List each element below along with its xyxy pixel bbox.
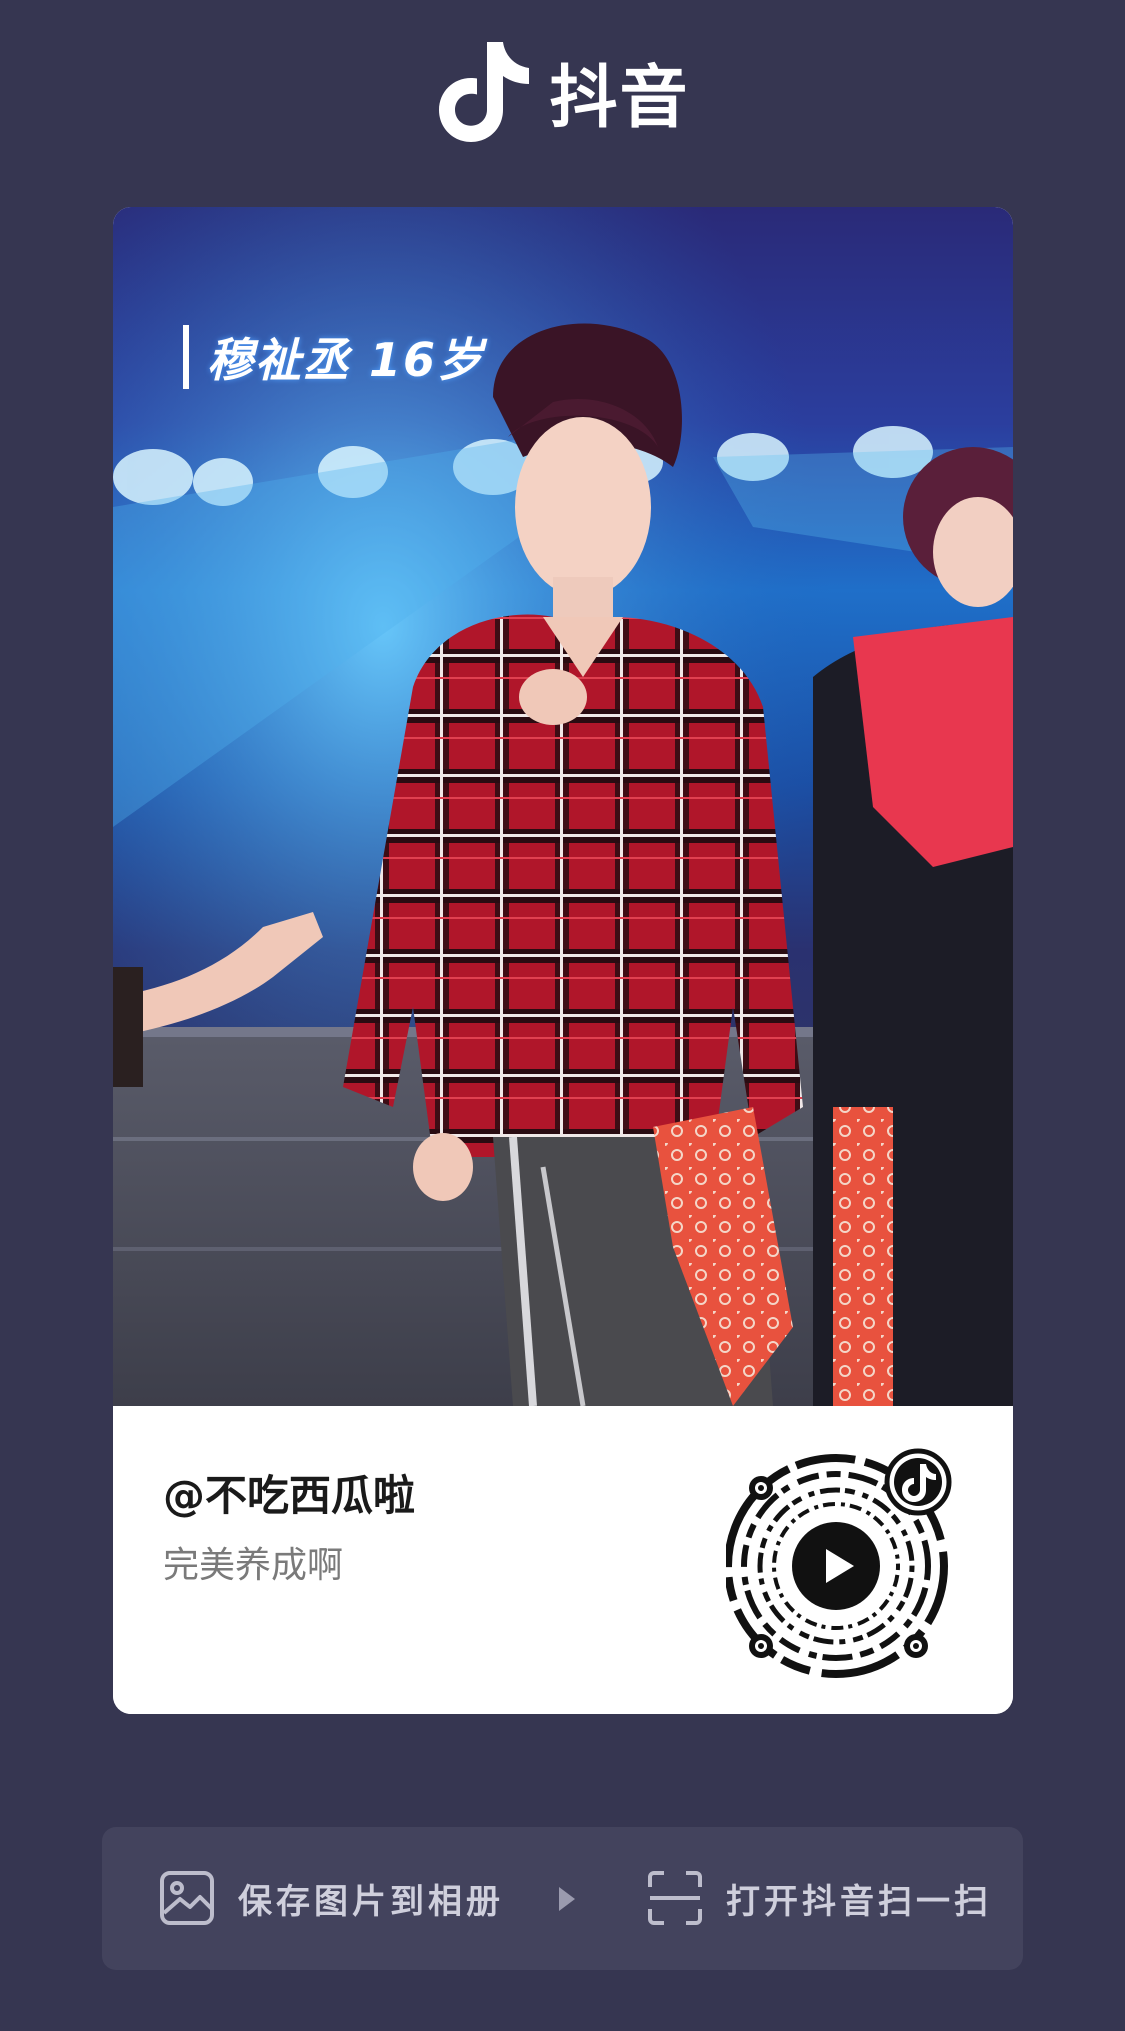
video-caption: 完美养成啊 <box>163 1545 344 1586</box>
author-info: @不吃西瓜啦 完美养成啊 <box>113 1406 1013 1714</box>
triangle-right-icon <box>559 1887 575 1911</box>
douyin-qr-code <box>726 1448 952 1678</box>
app-header: 抖音 <box>0 36 1125 146</box>
share-page: 抖音 穆祉丞 16岁 @不吃西瓜啦 完美养成啊 保存图片到相册 打开抖音扫一扫 <box>0 0 1125 2031</box>
image-icon <box>160 1871 214 1925</box>
douyin-note-icon <box>439 42 530 142</box>
save-to-album-button[interactable]: 保存图片到相册 <box>158 1869 504 1927</box>
open-douyin-scan-label: 打开抖音扫一扫 <box>726 1881 992 1922</box>
app-name: 抖音 <box>549 58 690 138</box>
open-douyin-scan-button[interactable]: 打开抖音扫一扫 <box>646 1869 992 1927</box>
scan-icon <box>648 1871 702 1925</box>
share-actions-bar: 保存图片到相册 打开抖音扫一扫 <box>102 1827 1023 1970</box>
video-cover[interactable]: 穆祉丞 16岁 <box>113 207 1013 1406</box>
author-username: @不吃西瓜啦 <box>163 1471 416 1520</box>
share-card[interactable]: 穆祉丞 16岁 @不吃西瓜啦 完美养成啊 <box>113 207 1013 1714</box>
save-to-album-label: 保存图片到相册 <box>238 1881 504 1922</box>
video-overlay-caption: 穆祉丞 16岁 <box>183 325 503 389</box>
